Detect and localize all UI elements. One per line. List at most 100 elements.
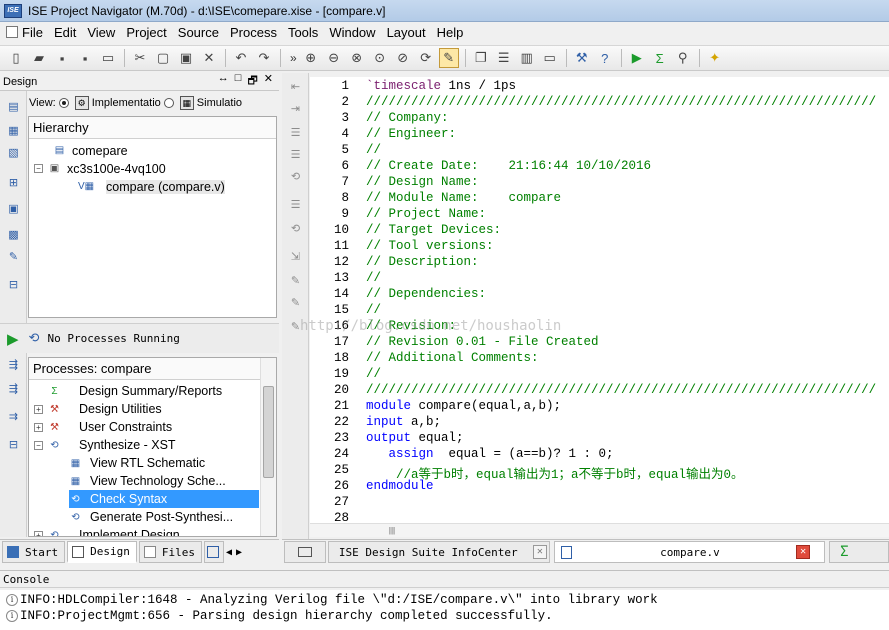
delete-icon[interactable]: ✕ bbox=[199, 48, 219, 68]
add-copy-source-icon[interactable]: ▧ bbox=[6, 145, 21, 160]
implementation-label[interactable]: Implementatio bbox=[92, 97, 161, 109]
rerun-all-icon[interactable]: ⇶ bbox=[6, 381, 21, 396]
toolbar-overflow-button[interactable]: » bbox=[290, 51, 297, 65]
panel-restore-button[interactable]: 🗗 bbox=[247, 72, 257, 91]
process-item[interactable]: ▦ View Technology Sche... bbox=[69, 472, 259, 490]
tab-design-summary[interactable]: Σ bbox=[829, 541, 889, 563]
code-line[interactable]: output equal; bbox=[366, 431, 464, 445]
menu-view[interactable]: View bbox=[83, 22, 122, 42]
tab-compare-v[interactable]: compare.v ✕ bbox=[554, 541, 826, 563]
copy-icon[interactable]: ▢ bbox=[153, 48, 173, 68]
wrench-icon[interactable]: ⚒ bbox=[572, 48, 592, 68]
close-compare-v-button[interactable]: ✕ bbox=[796, 545, 811, 559]
console-output[interactable]: i INFO:HDLCompiler:1648 - Analyzing Veri… bbox=[0, 590, 889, 630]
code-line[interactable]: // Company: bbox=[366, 111, 449, 125]
tab-design[interactable]: Design bbox=[67, 541, 137, 563]
code-line[interactable]: // Create Date: 21:16:44 10/10/2016 bbox=[366, 159, 651, 173]
simulation-radio[interactable] bbox=[163, 98, 174, 108]
add-source-icon[interactable]: ▦ bbox=[6, 123, 21, 138]
bookmark-next-icon[interactable]: ☰ bbox=[288, 197, 303, 212]
menu-process[interactable]: Process bbox=[226, 22, 284, 42]
process-item[interactable]: − ⟲ Synthesize - XST bbox=[34, 436, 176, 454]
zoom-in-icon[interactable]: ⊕ bbox=[301, 48, 321, 68]
code-line[interactable]: // Target Devices: bbox=[366, 223, 501, 237]
tab-infocenter[interactable]: ISE Design Suite InfoCenter ✕ bbox=[327, 541, 551, 563]
implementation-radio[interactable] bbox=[58, 98, 69, 108]
menu-source[interactable]: Source bbox=[174, 22, 226, 42]
tile-h-icon[interactable]: ☰ bbox=[494, 48, 514, 68]
panel-close-button[interactable]: ✕ bbox=[264, 72, 273, 91]
code-line[interactable]: // Engineer: bbox=[366, 127, 456, 141]
menu-project[interactable]: Project bbox=[122, 22, 173, 42]
code-line[interactable]: assign equal = (a==b)? 1 : 0; bbox=[366, 447, 614, 461]
zoom-fit-icon[interactable]: ⊗ bbox=[347, 48, 367, 68]
code-line[interactable]: // Additional Comments: bbox=[366, 351, 539, 365]
tree-item-module[interactable]: V▦ compare (compare.v) bbox=[72, 178, 225, 195]
scroll-thumb[interactable]: ||| bbox=[362, 526, 422, 535]
zoom-out-icon[interactable]: ⊖ bbox=[324, 48, 344, 68]
expand-toggle[interactable]: + bbox=[34, 530, 43, 536]
code-line[interactable]: // bbox=[366, 367, 381, 381]
tree-item-device[interactable]: − ▣ xc3s100e-4vq100 bbox=[34, 160, 166, 177]
tab-scroll-left-icon[interactable]: ◀ bbox=[226, 547, 232, 558]
memory-icon[interactable]: ▩ bbox=[6, 227, 21, 242]
code-line[interactable]: // Dependencies: bbox=[366, 287, 486, 301]
stop-icon[interactable]: ⇉ bbox=[6, 409, 21, 424]
code-line[interactable]: // Project Name: bbox=[366, 207, 486, 221]
processes-scrollbar[interactable] bbox=[260, 358, 276, 536]
bulb-icon[interactable]: ✦ bbox=[705, 48, 725, 68]
menu-file[interactable]: File bbox=[2, 22, 50, 42]
cascade-icon[interactable]: ❐ bbox=[471, 48, 491, 68]
save-icon[interactable]: ▪ bbox=[52, 48, 72, 68]
hierarchy-icon[interactable]: ⊞ bbox=[6, 175, 21, 190]
tab-start[interactable]: Start bbox=[2, 541, 66, 563]
tab-scroll-right-icon[interactable]: ▶ bbox=[236, 547, 242, 558]
panel-float-button[interactable]: ↔ bbox=[218, 72, 229, 91]
open-folder-icon[interactable]: ▰ bbox=[29, 48, 49, 68]
menu-tools[interactable]: Tools bbox=[284, 22, 325, 42]
process-item[interactable]: ⟲ Check Syntax bbox=[69, 490, 259, 508]
indent-icon[interactable]: ⇤ bbox=[288, 79, 303, 94]
menu-help[interactable]: Help bbox=[433, 22, 471, 42]
insert-template-icon[interactable]: ✎ bbox=[288, 273, 303, 288]
uncomment-icon[interactable]: ☰ bbox=[288, 147, 303, 162]
code-line[interactable]: ////////////////////////////////////////… bbox=[366, 383, 876, 397]
code-line[interactable]: // Revision 0.01 - File Created bbox=[366, 335, 599, 349]
redo-icon[interactable]: ↷ bbox=[254, 48, 274, 68]
code-line[interactable]: // bbox=[366, 303, 381, 317]
comment-icon[interactable]: ☰ bbox=[288, 125, 303, 140]
simulation-label[interactable]: Simulatio bbox=[197, 97, 242, 109]
panel-maximize-button[interactable]: □ bbox=[235, 72, 242, 91]
menu-window[interactable]: Window bbox=[325, 22, 382, 42]
language-template-icon[interactable]: ✎ bbox=[288, 295, 303, 310]
bookmark-icon[interactable]: ⟲ bbox=[288, 169, 303, 184]
editor-horizontal-scrollbar[interactable]: ||| bbox=[310, 523, 889, 537]
expand-toggle[interactable]: + bbox=[34, 404, 43, 414]
code-line[interactable]: // Tool versions: bbox=[366, 239, 494, 253]
code-line[interactable]: // Module Name: compare bbox=[366, 191, 561, 205]
tree-item-project[interactable]: ▤ comepare bbox=[53, 142, 128, 159]
process-item[interactable]: + ⟲ Implement Design bbox=[34, 526, 180, 536]
code-line[interactable]: // bbox=[366, 143, 381, 157]
outdent-icon[interactable]: ⇥ bbox=[288, 101, 303, 116]
new-source-icon[interactable]: ▤ bbox=[6, 99, 21, 114]
code-line[interactable]: input a,b; bbox=[366, 415, 441, 429]
code-line[interactable]: // bbox=[366, 271, 381, 285]
expand-toggle[interactable]: − bbox=[34, 440, 43, 450]
code-line[interactable]: `timescale 1ns / 1ps bbox=[366, 79, 516, 93]
process-properties-icon[interactable]: ⊟ bbox=[6, 437, 21, 452]
zoom-prev-icon[interactable]: ⊘ bbox=[393, 48, 413, 68]
sigma-icon[interactable]: Σ bbox=[650, 48, 670, 68]
tile-v-icon[interactable]: ▥ bbox=[517, 48, 537, 68]
paste-icon[interactable]: ▣ bbox=[176, 48, 196, 68]
process-item[interactable]: + ⚒ User Constraints bbox=[34, 418, 172, 436]
rerun-icon[interactable]: ⇶ bbox=[6, 357, 21, 372]
code-line[interactable]: module compare(equal,a,b); bbox=[366, 399, 561, 413]
collapse-toggle[interactable]: − bbox=[34, 164, 43, 173]
new-file-icon[interactable]: ▯ bbox=[6, 48, 26, 68]
help-query-icon[interactable]: ? bbox=[595, 48, 615, 68]
remove-source-icon[interactable]: ▣ bbox=[6, 201, 21, 216]
pencil-icon[interactable]: ✎ bbox=[438, 48, 459, 68]
cut-icon[interactable]: ✂ bbox=[130, 48, 150, 68]
goto-icon[interactable]: ⇲ bbox=[288, 249, 303, 264]
